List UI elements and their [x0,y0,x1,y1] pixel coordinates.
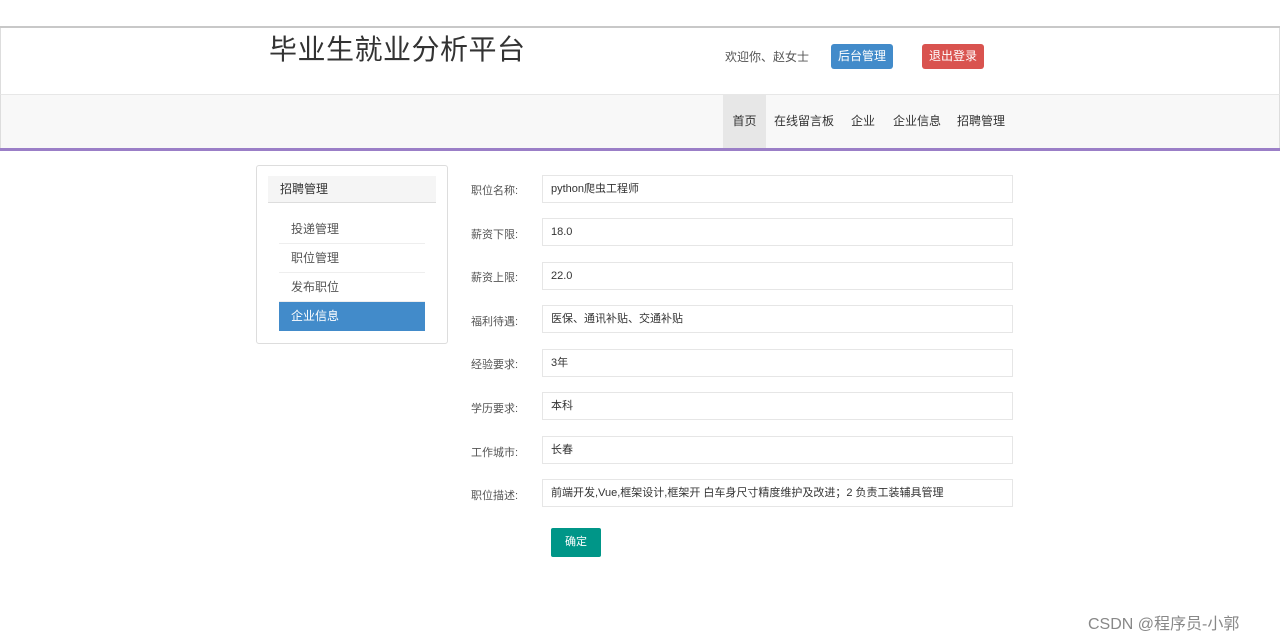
sidebar: 招聘管理 投递管理 职位管理 发布职位 企业信息 [256,165,448,344]
nav-item-recruitment[interactable]: 招聘管理 [955,95,1007,148]
top-strip [0,0,1280,26]
label-salary-min: 薪资下限: [471,229,519,241]
job-title-field[interactable]: python爬虫工程师 [542,175,1013,203]
label-salary-max: 薪资上限: [471,272,519,284]
salary-max-field[interactable]: 22.0 [542,262,1013,290]
label-education: 学历要求: [471,403,519,415]
confirm-button[interactable]: 确定 [551,528,601,557]
watermark: CSDN @程序员-小郭 [1088,616,1240,633]
site-title: 毕业生就业分析平台 [269,34,526,65]
sidebar-title: 招聘管理 [268,176,436,203]
label-city: 工作城市: [471,447,519,459]
label-job-title: 职位名称: [471,185,519,197]
salary-min-field[interactable]: 18.0 [542,218,1013,246]
sidebar-item-positions[interactable]: 职位管理 [279,244,425,273]
admin-button[interactable]: 后台管理 [831,44,893,69]
main-nav: 首页 在线留言板 企业 企业信息 招聘管理 [0,94,1280,148]
benefits-field[interactable]: 医保、通讯补贴、交通补贴 [542,305,1013,333]
welcome-text: 欢迎你、赵女士 [725,50,810,64]
header: 毕业生就业分析平台 欢迎你、赵女士 后台管理 退出登录 [0,28,1280,94]
description-field[interactable]: 前端开发,Vue,框架设计,框架开 白车身尺寸精度维护及改进；2 负责工装辅具管… [542,479,1013,507]
experience-field[interactable]: 3年 [542,349,1013,377]
nav-accent-bar [0,148,1280,151]
sidebar-item-applications[interactable]: 投递管理 [279,215,425,244]
education-field[interactable]: 本科 [542,392,1013,420]
nav-item-home[interactable]: 首页 [723,95,766,148]
sidebar-item-post-position[interactable]: 发布职位 [279,273,425,302]
label-experience: 经验要求: [471,359,519,371]
sidebar-item-company-info[interactable]: 企业信息 [279,302,425,331]
nav-item-message-board[interactable]: 在线留言板 [769,95,839,148]
nav-item-company-info[interactable]: 企业信息 [891,95,943,148]
logout-button[interactable]: 退出登录 [922,44,984,69]
nav-item-company[interactable]: 企业 [847,95,879,148]
label-description: 职位描述: [471,490,519,502]
label-benefits: 福利待遇: [471,316,519,328]
city-field[interactable]: 长春 [542,436,1013,464]
